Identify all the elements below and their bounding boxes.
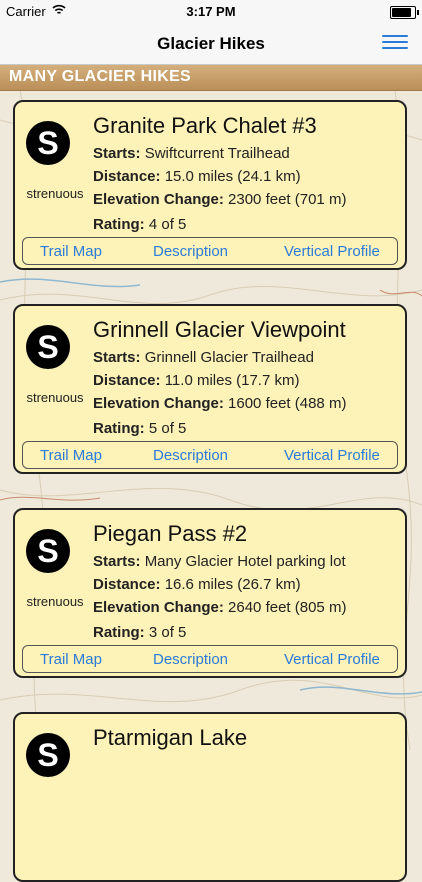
hamburger-icon[interactable] bbox=[382, 31, 408, 53]
hike-card[interactable]: S strenuous Granite Park Chalet #3 Start… bbox=[13, 100, 407, 270]
battery-level bbox=[392, 8, 411, 17]
difficulty-label: strenuous bbox=[26, 186, 84, 201]
distance-value: 16.6 miles (26.7 km) bbox=[164, 576, 301, 593]
hike-starts: Starts: Grinnell Glacier Trailhead bbox=[93, 349, 314, 366]
starts-label: Starts: bbox=[93, 349, 141, 366]
trail-map-button[interactable]: Trail Map bbox=[40, 447, 102, 464]
rating-label: Rating: bbox=[93, 624, 145, 641]
starts-label: Starts: bbox=[93, 145, 141, 162]
elevation-value: 2640 feet (805 m) bbox=[228, 599, 347, 616]
distance-value: 11.0 miles (17.7 km) bbox=[164, 372, 300, 389]
elevation-label: Elevation Change: bbox=[93, 395, 224, 412]
status-time: 3:17 PM bbox=[186, 4, 236, 19]
starts-value: Swiftcurrent Trailhead bbox=[144, 145, 290, 162]
distance-label: Distance: bbox=[93, 372, 161, 389]
battery-icon bbox=[390, 6, 419, 19]
rating-label: Rating: bbox=[93, 216, 145, 233]
hike-starts: Starts: Swiftcurrent Trailhead bbox=[93, 145, 290, 162]
rating-value: 5 of 5 bbox=[148, 420, 187, 437]
hike-rating: Rating: 3 of 5 bbox=[93, 624, 186, 641]
vertical-profile-button[interactable]: Vertical Profile bbox=[284, 651, 380, 668]
difficulty-badge: S bbox=[26, 121, 70, 165]
difficulty-badge: S bbox=[26, 733, 70, 777]
hike-actions: Trail Map Description Vertical Profile bbox=[22, 441, 398, 469]
section-header: MANY GLACIER HIKES bbox=[0, 64, 422, 91]
hike-distance: Distance: 15.0 miles (24.1 km) bbox=[93, 168, 301, 185]
elevation-label: Elevation Change: bbox=[93, 599, 224, 616]
hike-name: Piegan Pass #2 bbox=[93, 521, 248, 546]
difficulty-badge: S bbox=[26, 529, 70, 573]
starts-value: Many Glacier Hotel parking lot bbox=[144, 553, 346, 570]
page-title: Glacier Hikes bbox=[157, 34, 265, 53]
trail-map-button[interactable]: Trail Map bbox=[40, 243, 102, 260]
starts-value: Grinnell Glacier Trailhead bbox=[144, 349, 314, 366]
description-button[interactable]: Description bbox=[153, 243, 228, 260]
section-header-label: MANY GLACIER HIKES bbox=[9, 68, 192, 85]
trail-map-button[interactable]: Trail Map bbox=[40, 651, 102, 668]
starts-label: Starts: bbox=[93, 553, 141, 570]
hike-elevation: Elevation Change: 2640 feet (805 m) bbox=[93, 599, 346, 616]
hike-name: Ptarmigan Lake bbox=[93, 725, 248, 750]
hike-distance: Distance: 11.0 miles (17.7 km) bbox=[93, 372, 299, 389]
status-bar: Carrier 3:17 PM bbox=[0, 0, 422, 24]
elevation-label: Elevation Change: bbox=[93, 191, 224, 208]
hike-rating: Rating: 5 of 5 bbox=[93, 420, 186, 437]
hike-card[interactable]: S strenuous Piegan Pass #2 Starts: Many … bbox=[13, 508, 407, 678]
hike-name: Grinnell Glacier Viewpoint bbox=[93, 317, 346, 342]
distance-label: Distance: bbox=[93, 576, 161, 593]
description-button[interactable]: Description bbox=[153, 651, 228, 668]
hike-card[interactable]: S strenuous Grinnell Glacier Viewpoint S… bbox=[13, 304, 407, 474]
description-button[interactable]: Description bbox=[153, 447, 228, 464]
difficulty-label: strenuous bbox=[26, 390, 84, 405]
hike-card[interactable]: S Ptarmigan Lake bbox=[13, 712, 407, 882]
vertical-profile-button[interactable]: Vertical Profile bbox=[284, 447, 380, 464]
distance-value: 15.0 miles (24.1 km) bbox=[164, 168, 301, 185]
distance-label: Distance: bbox=[93, 168, 161, 185]
hike-name: Granite Park Chalet #3 bbox=[93, 113, 317, 138]
hike-elevation: Elevation Change: 2300 feet (701 m) bbox=[93, 191, 346, 208]
hike-elevation: Elevation Change: 1600 feet (488 m) bbox=[93, 395, 346, 412]
rating-label: Rating: bbox=[93, 420, 145, 437]
difficulty-label: strenuous bbox=[26, 594, 84, 609]
elevation-value: 1600 feet (488 m) bbox=[228, 395, 347, 412]
hike-actions: Trail Map Description Vertical Profile bbox=[22, 237, 398, 265]
navigation-bar: Glacier Hikes bbox=[0, 24, 422, 65]
difficulty-badge: S bbox=[26, 325, 70, 369]
hike-actions: Trail Map Description Vertical Profile bbox=[22, 645, 398, 673]
hike-starts: Starts: Many Glacier Hotel parking lot bbox=[93, 553, 346, 570]
hike-rating: Rating: 4 of 5 bbox=[93, 216, 186, 233]
hike-distance: Distance: 16.6 miles (26.7 km) bbox=[93, 576, 301, 593]
elevation-value: 2300 feet (701 m) bbox=[228, 191, 347, 208]
rating-value: 3 of 5 bbox=[148, 624, 187, 641]
rating-value: 4 of 5 bbox=[148, 216, 187, 233]
vertical-profile-button[interactable]: Vertical Profile bbox=[284, 243, 380, 260]
